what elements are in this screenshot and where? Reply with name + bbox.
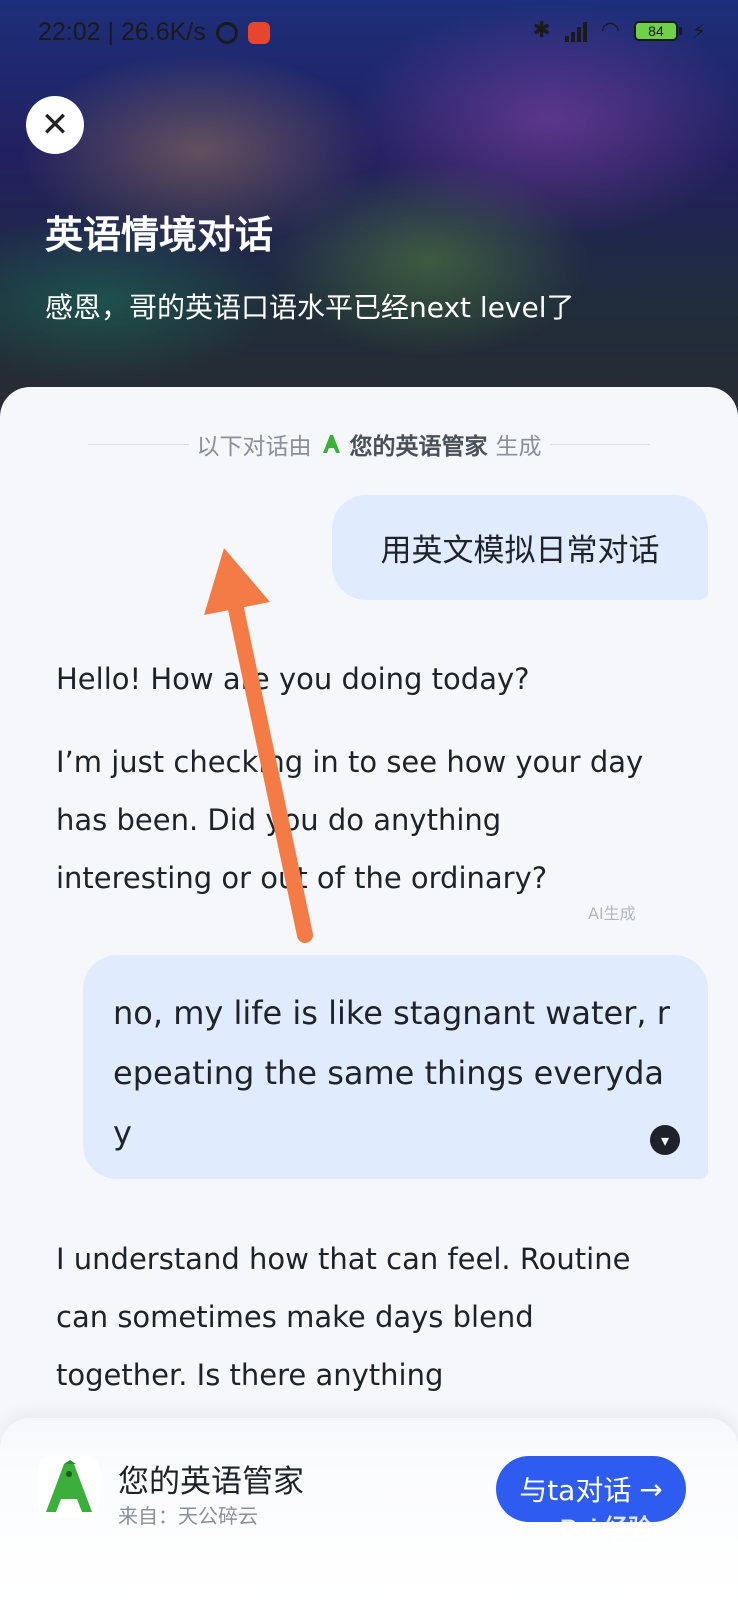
chevron-down-icon[interactable]: ▾	[650, 1125, 680, 1155]
ai-message-paragraph: I understand how that can feel. Routine …	[56, 1242, 631, 1392]
ai-generated-tag: AI生成	[588, 904, 636, 923]
charging-icon: ⚡	[691, 18, 706, 43]
divider	[549, 443, 650, 445]
status-time: 22:02 | 26.6K/s	[38, 18, 206, 46]
close-icon: ✕	[40, 105, 70, 145]
page-subtitle: 感恩，哥的英语口语水平已经next level了	[45, 291, 575, 324]
page-title: 英语情境对话	[45, 213, 274, 257]
wifi-icon: ◠	[600, 18, 620, 43]
crocodile-icon	[46, 1460, 92, 1512]
app-notification-icon	[247, 21, 270, 44]
source-suffix: 生成	[495, 434, 542, 460]
user-message-text: no, my life is like stagnant water, repe…	[113, 994, 670, 1152]
user-message-text: 用英文模拟日常对话	[380, 533, 660, 569]
ai-message-paragraph: Hello! How are you doing today?	[56, 662, 530, 696]
user-message[interactable]: no, my life is like stagnant water, repe…	[83, 955, 708, 1179]
divider	[88, 443, 189, 445]
status-bar: 22:02 | 26.6K/s ✱ ◠ 84 ⚡	[0, 0, 738, 64]
battery-icon: 84	[633, 20, 682, 41]
source-agent-name[interactable]: 您的英语管家	[350, 427, 488, 461]
bluetooth-icon: ✱	[532, 18, 551, 43]
crocodile-mini-icon	[322, 435, 340, 453]
footer-from: 来自：天公碎云	[118, 1504, 258, 1528]
watermark: Bai 经验	[560, 1515, 653, 1542]
footer-agent-name: 您的英语管家	[118, 1464, 304, 1500]
user-message[interactable]: 用英文模拟日常对话	[332, 495, 708, 600]
source-line: 以下对话由 您的英语管家 生成	[88, 427, 650, 461]
signal-icon	[564, 20, 587, 42]
source-prefix: 以下对话由	[196, 434, 312, 460]
ai-message-paragraph: I’m just checking in to see how your day…	[56, 745, 644, 895]
alarm-icon	[215, 21, 238, 44]
arrow-right-icon: →	[639, 1472, 663, 1506]
chat-button-label: 与ta对话	[519, 1474, 632, 1507]
agent-avatar[interactable]	[38, 1456, 100, 1518]
close-button[interactable]: ✕	[26, 96, 84, 154]
status-right: ✱ ◠ 84 ⚡	[532, 18, 706, 43]
status-left: 22:02 | 26.6K/s	[38, 18, 270, 47]
